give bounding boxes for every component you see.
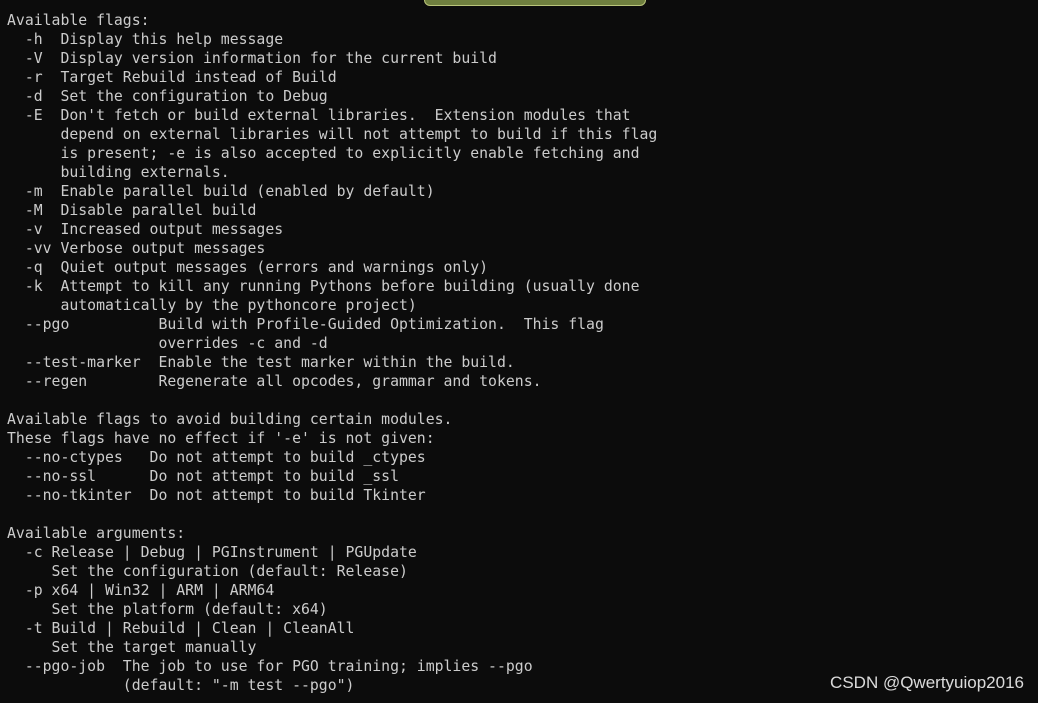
terminal-line: -r Target Rebuild instead of Build <box>7 69 337 86</box>
terminal-line: These flags have no effect if '-e' is no… <box>7 430 435 447</box>
terminal-line: -t Build | Rebuild | Clean | CleanAll <box>7 620 355 637</box>
terminal-line: --pgo Build with Profile-Guided Optimiza… <box>7 316 604 333</box>
terminal-line: depend on external libraries will not at… <box>7 126 658 143</box>
terminal-line: Set the platform (default: x64) <box>7 601 328 618</box>
terminal-line: -d Set the configuration to Debug <box>7 88 328 105</box>
terminal-line: --no-ssl Do not attempt to build _ssl <box>7 468 399 485</box>
terminal-line: -V Display version information for the c… <box>7 50 497 67</box>
terminal-line: -v Increased output messages <box>7 221 284 238</box>
terminal-output: Available flags: -h Display this help me… <box>7 11 1038 695</box>
terminal-line: -h Display this help message <box>7 31 284 48</box>
terminal-line: -m Enable parallel build (enabled by def… <box>7 183 435 200</box>
terminal-line: -M Disable parallel build <box>7 202 257 219</box>
terminal-line: -E Don't fetch or build external librari… <box>7 107 631 124</box>
terminal-line: automatically by the pythoncore project) <box>7 297 417 314</box>
terminal-line: overrides -c and -d <box>7 335 328 352</box>
terminal-line: Available arguments: <box>7 525 186 542</box>
terminal-line: building externals. <box>7 164 230 181</box>
terminal-line: Available flags to avoid building certai… <box>7 411 453 428</box>
terminal-line: Set the configuration (default: Release) <box>7 563 408 580</box>
terminal-line: --test-marker Enable the test marker wit… <box>7 354 515 371</box>
terminal-line: Available flags: <box>7 12 150 29</box>
terminal-line: --no-tkinter Do not attempt to build Tki… <box>7 487 426 504</box>
terminal-line: Set the target manually <box>7 639 257 656</box>
terminal-line: -vv Verbose output messages <box>7 240 266 257</box>
terminal-line: is present; -e is also accepted to expli… <box>7 145 640 162</box>
terminal-line: --no-ctypes Do not attempt to build _cty… <box>7 449 426 466</box>
terminal-line: -k Attempt to kill any running Pythons b… <box>7 278 640 295</box>
terminal-line: --regen Regenerate all opcodes, grammar … <box>7 373 542 390</box>
terminal-line: -p x64 | Win32 | ARM | ARM64 <box>7 582 275 599</box>
window-top-decoration <box>424 0 646 6</box>
terminal-line: -q Quiet output messages (errors and war… <box>7 259 489 276</box>
watermark: CSDN @Qwertyuiop2016 <box>830 673 1024 692</box>
terminal-line: -c Release | Debug | PGInstrument | PGUp… <box>7 544 417 561</box>
